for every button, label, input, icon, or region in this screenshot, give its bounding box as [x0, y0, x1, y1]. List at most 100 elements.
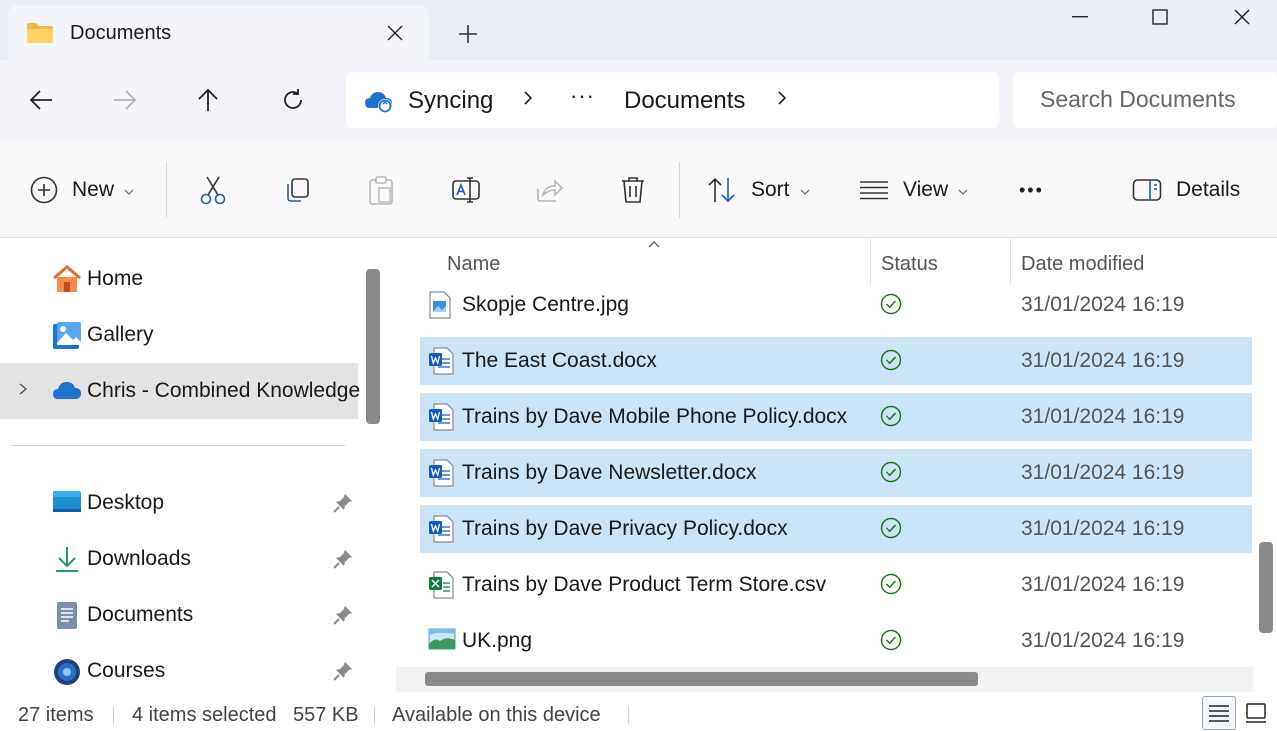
horizontal-scrollbar-thumb[interactable]: [425, 672, 978, 686]
large-icons-view-button[interactable]: [1239, 696, 1273, 730]
sidebar-item-documents[interactable]: Documents: [0, 587, 358, 643]
copy-button[interactable]: [283, 172, 311, 208]
paste-button[interactable]: [367, 172, 395, 208]
sidebar-item-onedrive[interactable]: Chris - Combined Knowledge: [0, 363, 361, 419]
forward-button[interactable]: [105, 80, 145, 120]
availability-status: Available on this device: [392, 704, 601, 726]
available-status-icon: [880, 517, 902, 544]
pin-icon[interactable]: [333, 605, 353, 630]
plus-icon: [459, 25, 477, 43]
pin-icon[interactable]: [333, 661, 353, 686]
column-separator[interactable]: [870, 239, 871, 285]
vertical-scrollbar-thumb[interactable]: [1259, 542, 1273, 633]
selection-count: 4 items selected: [132, 704, 277, 726]
onedrive-syncing-icon: [364, 88, 394, 119]
breadcrumb-overflow[interactable]: ···: [570, 83, 595, 109]
file-row-selected[interactable]: Trains by Dave Privacy Policy.docx 31/01…: [420, 505, 1252, 553]
available-status-icon: [880, 349, 902, 376]
more-icon: •••: [1019, 179, 1044, 200]
maximize-button[interactable]: [1130, 0, 1190, 34]
file-row[interactable]: Trains by Dave Product Term Store.csv 31…: [420, 561, 1252, 609]
breadcrumb-syncing[interactable]: Syncing: [408, 87, 493, 115]
share-button[interactable]: [535, 172, 563, 208]
date-modified: 31/01/2024 16:19: [1021, 349, 1185, 372]
sort-button[interactable]: Sort: [707, 172, 810, 208]
tab-title: Documents: [70, 22, 172, 44]
plus-circle-icon: [30, 176, 58, 204]
details-view-icon: [1209, 705, 1229, 722]
search-box[interactable]: [1013, 72, 1277, 128]
sidebar-scrollbar[interactable]: [366, 269, 380, 424]
desktop-icon: [52, 489, 82, 520]
file-row-selected[interactable]: Trains by Dave Mobile Phone Policy.docx …: [420, 393, 1252, 441]
delete-button[interactable]: [619, 172, 647, 208]
onedrive-cloud-icon: [52, 380, 82, 405]
file-row[interactable]: UK.png 31/01/2024 16:19: [420, 617, 1252, 665]
chevron-right-icon[interactable]: [522, 89, 534, 112]
sidebar-item-downloads[interactable]: Downloads: [0, 531, 358, 587]
date-modified: 31/01/2024 16:19: [1021, 461, 1185, 484]
details-pane-icon: [1132, 179, 1162, 201]
sidebar-item-label: Gallery: [87, 323, 154, 346]
sidebar-item-gallery[interactable]: Gallery: [0, 307, 358, 363]
new-button[interactable]: New: [30, 172, 134, 208]
available-status-icon: [880, 461, 902, 488]
documents-icon: [52, 601, 82, 636]
tiles-view-icon: [1246, 703, 1266, 723]
file-name: Skopje Centre.jpg: [462, 293, 629, 316]
close-tab-button[interactable]: [380, 18, 410, 48]
file-name: Trains by Dave Newsletter.docx: [462, 461, 757, 484]
see-more-button[interactable]: •••: [1019, 172, 1044, 208]
image-file-icon: [428, 627, 456, 656]
sidebar-item-courses[interactable]: Courses: [0, 643, 358, 699]
file-row[interactable]: Skopje Centre.jpg 31/01/2024 16:19: [420, 281, 1252, 329]
pin-icon[interactable]: [333, 493, 353, 518]
address-bar[interactable]: Syncing ··· Documents: [346, 72, 999, 128]
column-header-date-modified[interactable]: Date modified: [1021, 253, 1144, 276]
file-row-selected[interactable]: The East Coast.docx 31/01/2024 16:19: [420, 337, 1252, 385]
close-window-button[interactable]: [1212, 0, 1272, 34]
share-icon: [537, 179, 563, 202]
pin-icon[interactable]: [333, 549, 353, 574]
back-button[interactable]: [21, 80, 61, 120]
file-list: Name Status Date modified Skopje Centre.…: [396, 239, 1277, 692]
folder-icon: [26, 22, 54, 49]
search-input[interactable]: [1040, 86, 1276, 113]
up-button[interactable]: [188, 80, 228, 120]
rename-button[interactable]: [451, 172, 481, 208]
column-header-name[interactable]: Name: [447, 253, 500, 276]
date-modified: 31/01/2024 16:19: [1021, 517, 1185, 540]
sort-icon: [708, 177, 735, 203]
new-tab-button[interactable]: [452, 18, 484, 50]
details-button[interactable]: Details: [1132, 172, 1240, 208]
minimize-button[interactable]: [1050, 0, 1110, 34]
tab-documents[interactable]: Documents: [8, 6, 429, 62]
cut-button[interactable]: [199, 172, 227, 208]
arrow-left-icon: [29, 90, 52, 110]
chevron-right-icon[interactable]: [18, 382, 28, 401]
date-modified: 31/01/2024 16:19: [1021, 405, 1185, 428]
chevron-down-icon: [800, 182, 810, 198]
sidebar-item-home[interactable]: Home: [0, 251, 358, 307]
maximize-icon: [1152, 9, 1168, 25]
sidebar-item-label: Chris - Combined Knowledge: [87, 379, 361, 402]
column-separator[interactable]: [1010, 239, 1011, 285]
word-document-icon: [428, 459, 454, 492]
available-status-icon: [880, 293, 902, 320]
view-button[interactable]: View: [859, 172, 968, 208]
file-name: The East Coast.docx: [462, 349, 657, 372]
item-count: 27 items: [18, 704, 94, 726]
refresh-button[interactable]: [273, 80, 313, 120]
sidebar-item-desktop[interactable]: Desktop: [0, 475, 358, 531]
column-header-status[interactable]: Status: [881, 253, 938, 276]
sidebar-item-label: Desktop: [87, 491, 165, 514]
scissors-icon: [200, 176, 226, 205]
sort-ascending-icon: [648, 235, 660, 251]
word-document-icon: [428, 347, 454, 380]
breadcrumb-documents[interactable]: Documents: [624, 87, 745, 115]
available-status-icon: [880, 573, 902, 600]
details-view-button[interactable]: [1202, 696, 1236, 730]
chevron-right-icon[interactable]: [776, 89, 788, 112]
sidebar-divider: [12, 445, 345, 446]
file-row-selected[interactable]: Trains by Dave Newsletter.docx 31/01/202…: [420, 449, 1252, 497]
